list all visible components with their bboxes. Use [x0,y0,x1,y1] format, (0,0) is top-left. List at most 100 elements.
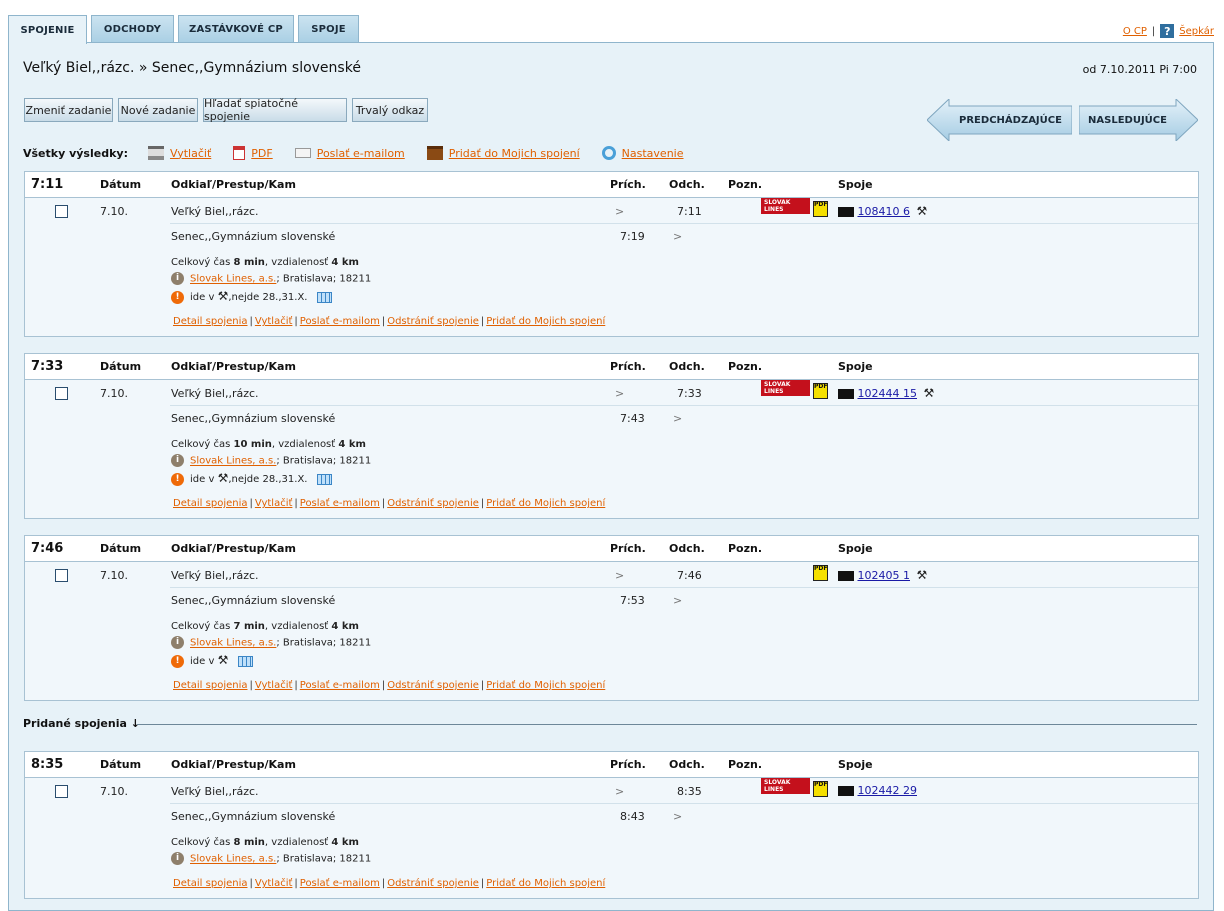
permalink-button[interactable]: Trvalý odkaz [352,98,428,122]
previous-button[interactable]: PREDCHÁDZAJÚCE [927,99,1072,141]
pdf-timetable-icon[interactable]: PDF [813,565,828,581]
connection-date: 7.10. [100,569,128,582]
connection-header: 7:46 Dátum Odkiaľ/Prestup/Kam Prích. Odc… [25,536,1198,562]
add-link[interactable]: Pridať do Mojich spojení [449,147,580,160]
tools-icon: ⚒ [217,471,229,485]
add-connection-link[interactable]: Pridať do Mojich spojení [486,680,605,691]
pdf-timetable-icon[interactable]: PDF [813,383,828,399]
next-button[interactable]: NASLEDUJÚCE [1079,99,1198,141]
operator-link[interactable]: Slovak Lines, a.s. [190,854,276,865]
total-time: 7 min [233,621,265,632]
pdf-action[interactable]: PDF [233,146,273,160]
connection-actions: Detail spojenia | Vytlačiť | Poslať e-mailom… [173,680,606,691]
operator-link[interactable]: Slovak Lines, a.s. [190,456,276,467]
pdf-timetable-icon[interactable]: PDF [813,781,828,797]
email-connection-link[interactable]: Poslať e-mailom [300,316,380,327]
add-action[interactable]: Pridať do Mojich spojení [426,146,580,160]
distance: 4 km [331,621,359,632]
calendar-icon[interactable] [316,291,332,303]
detail-link[interactable]: Detail spojenia [173,316,248,327]
total-label: Celkový čas [171,257,231,268]
select-checkbox[interactable] [55,205,68,218]
print-action[interactable]: Vytlačiť [147,146,211,160]
to-departure: > [673,594,683,607]
connection-block: 7:33 Dátum Odkiaľ/Prestup/Kam Prích. Odc… [24,353,1199,519]
settings-action[interactable]: Nastavenie [601,146,684,160]
pdf-link[interactable]: PDF [251,147,272,160]
add-connection-link[interactable]: Pridať do Mojich spojení [486,316,605,327]
total-info: Celkový čas 7 min, vzdialenosť 4 km [171,621,359,632]
runs-label: ide v [190,292,215,303]
from-departure: 7:46 [677,569,702,582]
column-departure: Odch. [669,178,705,191]
tab-spoje[interactable]: SPOJE [298,15,359,43]
pdf-icon [233,146,246,160]
column-arrival: Prích. [610,542,646,555]
operator-info: i Slovak Lines, a.s.; Bratislava; 18211 [171,636,371,649]
print-connection-link[interactable]: Vytlačiť [255,680,293,691]
settings-link[interactable]: Nastavenie [622,147,684,160]
email-link[interactable]: Poslať e-mailom [317,147,405,160]
departure-time: 8:35 [31,757,64,772]
email-connection-link[interactable]: Poslať e-mailom [300,498,380,509]
tab-odchody[interactable]: ODCHODY [91,15,174,43]
total-label: Celkový čas [171,621,231,632]
help-link[interactable]: Šepkár [1179,26,1214,37]
select-checkbox[interactable] [55,569,68,582]
remove-connection-link[interactable]: Odstrániť spojenie [387,498,479,509]
train-link[interactable]: 102405 1 [858,569,911,582]
email-connection-link[interactable]: Poslať e-mailom [300,680,380,691]
distance: 4 km [331,257,359,268]
email-action[interactable]: Poslať e-mailom [294,147,405,160]
tab-spojenie[interactable]: SPOJENIE [8,15,87,44]
change-query-button[interactable]: Zmeniť zadanie [24,98,113,122]
detail-link[interactable]: Detail spojenia [173,878,248,889]
print-connection-link[interactable]: Vytlačiť [255,878,293,889]
select-checkbox[interactable] [55,387,68,400]
operator-link[interactable]: Slovak Lines, a.s. [190,638,276,649]
connection-header: 8:35 Dátum Odkiaľ/Prestup/Kam Prích. Odc… [25,752,1198,778]
remove-connection-link[interactable]: Odstrániť spojenie [387,680,479,691]
column-route: Odkiaľ/Prestup/Kam [171,178,296,191]
column-trains: Spoje [838,542,873,555]
tab-zastavkove-cp[interactable]: ZASTÁVKOVÉ CP [178,15,294,43]
added-connections-label: Pridané spojenia ↓ [23,717,140,730]
column-arrival: Prích. [610,178,646,191]
info-icon: i [171,852,184,865]
email-connection-link[interactable]: Poslať e-mailom [300,878,380,889]
column-route: Odkiaľ/Prestup/Kam [171,360,296,373]
add-connection-link[interactable]: Pridať do Mojich spojení [486,498,605,509]
operator-details: ; Bratislava; 18211 [276,637,372,649]
new-query-button[interactable]: Nové zadanie [118,98,198,122]
help-icon[interactable]: ? [1160,24,1175,38]
calendar-icon[interactable] [237,655,253,667]
print-connection-link[interactable]: Vytlačiť [255,498,293,509]
about-link[interactable]: O CP [1123,26,1147,37]
train-link[interactable]: 102444 15 [858,387,918,400]
runs-info: ! ide v ⚒,nejde 28.,31.X. [171,289,332,304]
pdf-timetable-icon[interactable]: PDF [813,201,828,217]
return-connection-button[interactable]: Hľadať spiatočné spojenie [203,97,347,123]
add-connection-link[interactable]: Pridať do Mojich spojení [486,878,605,889]
train-link[interactable]: 102442 29 [858,784,918,797]
print-connection-link[interactable]: Vytlačiť [255,316,293,327]
total-time: 10 min [233,439,272,450]
departure-time: 7:33 [31,359,64,374]
envelope-icon [294,148,311,158]
from-arrival: > [615,387,625,400]
remove-connection-link[interactable]: Odstrániť spojenie [387,878,479,889]
train-link[interactable]: 108410 6 [858,205,911,218]
results-panel: Veľký Biel,,rázc. » Senec,,Gymnázium slo… [8,42,1214,911]
to-stop: Senec,,Gymnázium slovenské [171,412,336,425]
select-checkbox[interactable] [55,785,68,798]
operator-link[interactable]: Slovak Lines, a.s. [190,274,276,285]
calendar-icon[interactable] [316,473,332,485]
detail-link[interactable]: Detail spojenia [173,680,248,691]
from-stop: Veľký Biel,,rázc. [171,569,259,582]
detail-link[interactable]: Detail spojenia [173,498,248,509]
print-link[interactable]: Vytlačiť [170,147,211,160]
tab-bar: SPOJENIE ODCHODY ZASTÁVKOVÉ CP SPOJE [8,15,1216,44]
row-divider [170,803,1198,804]
runs-info: ! ide v ⚒ [171,653,253,668]
remove-connection-link[interactable]: Odstrániť spojenie [387,316,479,327]
